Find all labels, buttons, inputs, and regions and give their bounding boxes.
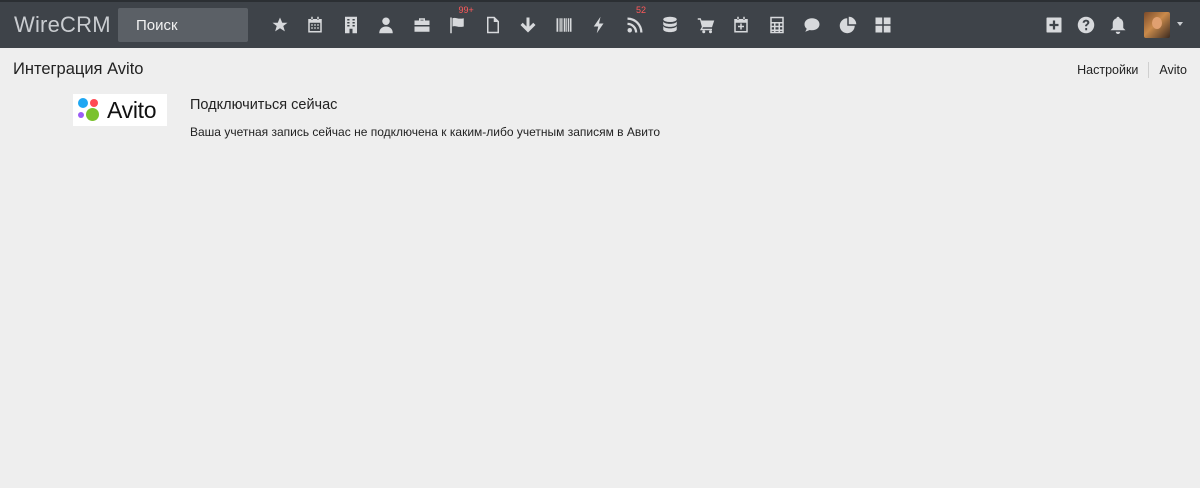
flag-icon [450,17,464,34]
arrow-down-icon [520,17,536,33]
brand-logo[interactable]: WireCRM [14,12,111,38]
rss-icon [627,17,643,33]
help-icon [1077,16,1095,34]
database-icon [663,16,677,33]
nav-calendar[interactable] [298,2,334,48]
nav-companies[interactable] [333,2,369,48]
calendar-icon [308,16,322,33]
nav-orders[interactable] [688,2,724,48]
nav-apps[interactable] [866,2,902,48]
nav-tasks[interactable]: 99+ [440,2,476,48]
nav-calculator[interactable] [759,2,795,48]
breadcrumb-avito[interactable]: Avito [1159,63,1187,77]
nav-feed[interactable]: 52 [617,2,653,48]
nav-products[interactable] [546,2,582,48]
avatar[interactable] [1144,12,1170,38]
calculator-icon [770,16,784,34]
nav-deals[interactable] [404,2,440,48]
nav-icons: 99+ 52 [262,2,901,48]
top-navbar: WireCRM 99+ [0,0,1200,48]
page-title: Интеграция Avito [13,60,144,78]
add-button[interactable] [1038,2,1070,48]
nav-reports[interactable] [830,2,866,48]
nav-database[interactable] [653,2,689,48]
avito-dots-icon [73,94,101,126]
plus-square-icon [1046,17,1062,33]
feed-badge: 52 [636,5,647,15]
connect-now-link[interactable]: Подключиться сейчас [190,97,337,113]
avito-logo-text: Avito [107,96,157,123]
nav-contacts[interactable] [369,2,405,48]
tasks-badge: 99+ [458,5,474,15]
document-icon [486,16,499,34]
notifications-button[interactable] [1102,2,1134,48]
nav-chat[interactable] [795,2,831,48]
breadcrumb: Настройки Avito [1077,62,1187,78]
pie-chart-icon [839,16,856,34]
bell-icon [1110,16,1126,34]
nav-automation[interactable] [582,2,618,48]
connection-status-text: Ваша учетная запись сейчас не подключена… [190,125,660,139]
user-icon [379,17,393,34]
nav-events[interactable] [724,2,760,48]
briefcase-icon [414,18,430,32]
nav-documents[interactable] [475,2,511,48]
help-button[interactable] [1070,2,1102,48]
nav-download[interactable] [511,2,547,48]
building-icon [344,16,357,34]
lightning-icon [594,16,604,34]
barcode-icon [556,18,572,32]
chevron-down-icon[interactable] [1177,22,1183,26]
cart-icon [697,18,714,34]
grid-icon [875,17,891,33]
right-icons [1038,2,1170,48]
search-input[interactable] [118,8,248,42]
breadcrumb-settings[interactable]: Настройки [1077,63,1138,77]
star-icon [272,17,288,32]
avito-logo: Avito [73,94,167,126]
chat-icon [804,18,820,32]
breadcrumb-separator [1148,62,1150,78]
nav-favorites[interactable] [262,2,298,48]
calendar-add-icon [734,16,748,33]
